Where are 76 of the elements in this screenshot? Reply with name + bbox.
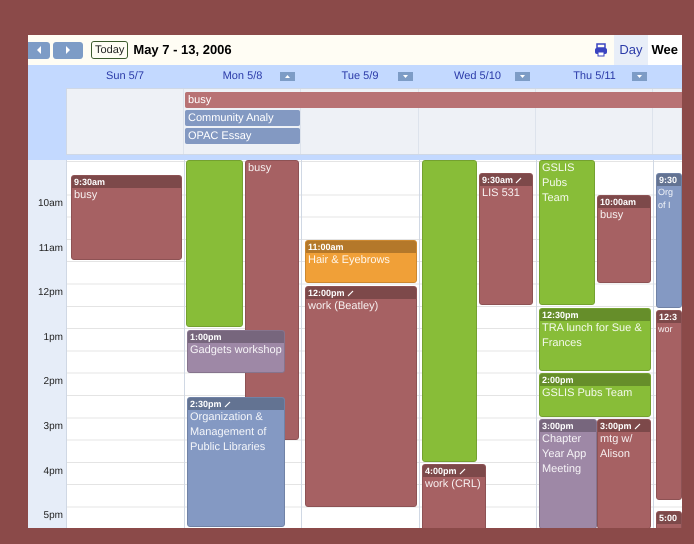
hour-label: 10am [38, 198, 63, 211]
event-time: 9:30am [482, 174, 514, 186]
pencil-icon [458, 468, 466, 474]
calendar-event[interactable]: 3:00pm mtg w/ Alison [597, 419, 651, 528]
event-title: Org of I [657, 186, 674, 212]
day-header[interactable]: Tue 5/9 [342, 68, 378, 85]
calendar-event[interactable]: 2:00pm GSLIS Pubs Team [539, 373, 651, 417]
event-title: work (Beatley) [307, 299, 380, 314]
all-day-event[interactable]: busy [185, 92, 682, 108]
calendar-event[interactable]: 12:00pm work (Beatley) [305, 286, 417, 507]
view-tab[interactable]: Day [614, 35, 648, 65]
calendar-event[interactable]: 11:00am Hair & Eyebrows [305, 240, 417, 283]
next-button[interactable] [53, 42, 83, 58]
calendar-event[interactable]: 4:00pm work (CRL) [422, 464, 486, 528]
event-time: 3:00pm [600, 420, 632, 432]
event-title: Chapter Year App Meeting [541, 432, 588, 477]
calendar-event[interactable]: 2:30pm Organization & Management of Public Libraries [187, 397, 285, 527]
day-header[interactable]: Mon 5/8 [222, 68, 262, 85]
hour-label: 3pm [44, 420, 63, 434]
event-title: LIS 531 [481, 186, 521, 201]
event-title: GSLIS Pubs Team [541, 161, 576, 206]
event-time: 4:00pm [425, 465, 457, 477]
calendar-event[interactable]: 1:00pm Gadgets workshop [187, 330, 285, 373]
pencil-icon [634, 422, 641, 430]
event-time: 12:3 [659, 311, 678, 323]
hour-label: 2pm [44, 376, 63, 390]
event-title: mtg w/ Alison [599, 432, 634, 462]
event-title: Hair & Eyebrows [307, 253, 391, 268]
event-title: busy [73, 188, 98, 203]
event-time: 12:00pm [308, 287, 345, 299]
hour-label: 11am [38, 242, 63, 256]
calendar-event[interactable]: 9:30 Org of I [656, 173, 682, 308]
calendar-event[interactable]: 9:30am LIS 531 [479, 173, 533, 305]
collapse-button[interactable] [632, 72, 647, 81]
date-range: May 7 - 13, 2006 [133, 41, 232, 60]
event-time: 9:30am [74, 176, 106, 188]
printer-icon[interactable] [594, 43, 608, 57]
event-title: work (CRL) [424, 477, 482, 492]
today-button[interactable]: Today [91, 41, 128, 59]
day-header[interactable]: Sun 5/7 [106, 68, 144, 85]
pencil-icon [224, 400, 231, 408]
event-time: 9:30 [659, 174, 678, 186]
collapse-button[interactable] [398, 72, 413, 81]
calendar-event[interactable]: 10:00am busy [597, 195, 651, 283]
event-time: 5:00 [659, 512, 678, 524]
calendar-event[interactable]: 12:30pm TRA lunch for Sue & Frances [539, 308, 651, 371]
day-header[interactable]: Wed 5/10 [454, 68, 501, 85]
event-time: 12:30pm [542, 309, 579, 321]
previous-button[interactable] [28, 42, 50, 58]
collapse-button[interactable] [280, 72, 295, 81]
calendar-event[interactable]: 9:30am busy [71, 175, 182, 260]
event-title: busy [599, 208, 624, 223]
pencil-icon [515, 176, 522, 184]
event-title: busy [247, 161, 272, 176]
event-title: TRA lunch for Sue & Frances [541, 321, 643, 351]
event-title: wor [657, 323, 674, 336]
event-title: GSLIS Pubs Team [541, 386, 634, 401]
right-arrow-icon [65, 46, 71, 54]
collapse-button[interactable] [515, 72, 530, 81]
calendar-event[interactable]: 3:00pm Chapter Year App Meeting [539, 419, 597, 528]
view-tab[interactable]: Wee [648, 35, 682, 65]
hour-label: 4pm [44, 466, 63, 479]
event-time: 3:00pm [542, 420, 574, 432]
event-time: 2:30pm [190, 398, 222, 410]
event-time: 2:00pm [542, 374, 574, 386]
day-header[interactable]: Thu 5/11 [573, 68, 616, 85]
event-time: 10:00am [600, 196, 636, 208]
hour-label: 1pm [44, 332, 63, 345]
hour-label: 12pm [38, 287, 63, 300]
event-time: 1:00pm [190, 331, 222, 343]
left-arrow-icon [36, 46, 42, 54]
calendar-event[interactable]: 12:3 wor [656, 310, 682, 500]
hour-label: 5pm [44, 510, 63, 524]
pencil-icon [346, 290, 354, 296]
event-time: 11:00am [308, 241, 344, 253]
calendar-event[interactable]: 5:00 [656, 511, 682, 528]
